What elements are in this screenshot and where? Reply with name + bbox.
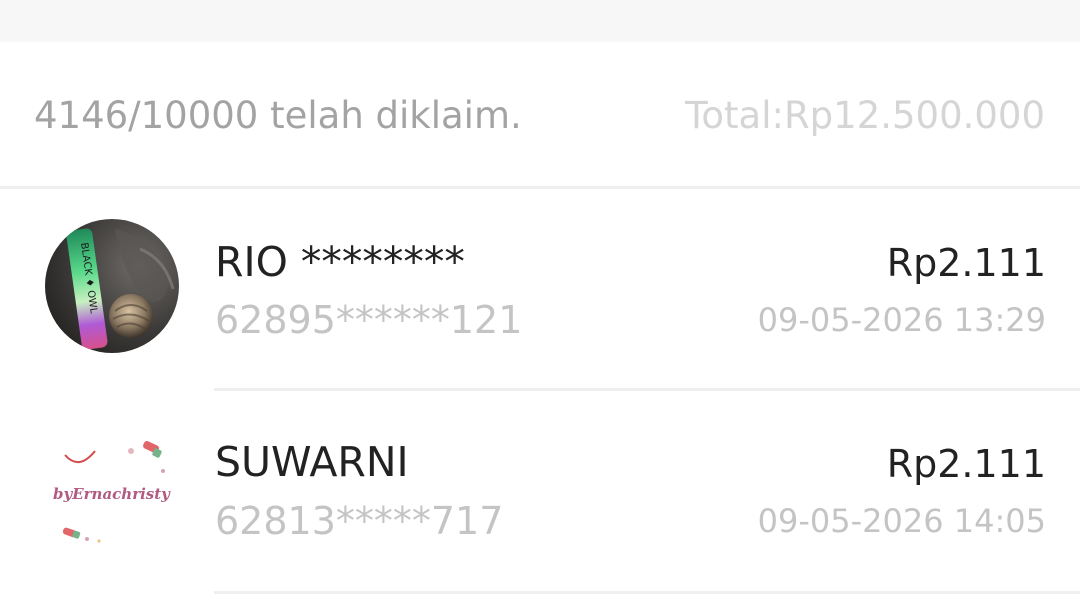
- avatar-logo-icon: byErnachristy: [45, 421, 179, 555]
- avatar-photo-icon: BLACK ♦ OWL: [45, 219, 179, 353]
- claim-time: 09-05-2026 14:05: [757, 502, 1046, 540]
- claimer-name: RIO ********: [215, 238, 465, 286]
- avatar-logo-text: byErnachristy: [53, 485, 171, 503]
- claim-amount: Rp2.111: [886, 241, 1046, 285]
- claimer-name: SUWARNI: [215, 438, 409, 486]
- claimed-count: 4146/10000 telah diklaim.: [34, 94, 522, 137]
- avatar: BLACK ♦ OWL: [45, 219, 179, 353]
- claim-row[interactable]: byErnachristy SUWARNI 62813*****717 Rp2.…: [0, 391, 1080, 593]
- claim-row[interactable]: BLACK ♦ OWL RIO ******** 62895******121 …: [0, 186, 1080, 388]
- claimer-phone: 62813*****717: [215, 499, 504, 543]
- avatar: byErnachristy: [45, 421, 179, 555]
- claim-time: 09-05-2026 13:29: [757, 301, 1046, 339]
- top-strip: [0, 0, 1080, 42]
- claim-summary: 4146/10000 telah diklaim. Total:Rp12.500…: [0, 42, 1080, 186]
- claim-amount: Rp2.111: [886, 442, 1046, 486]
- claimer-phone: 62895******121: [215, 298, 523, 342]
- total-amount: Total:Rp12.500.000: [685, 94, 1045, 137]
- row-divider: [214, 591, 1080, 594]
